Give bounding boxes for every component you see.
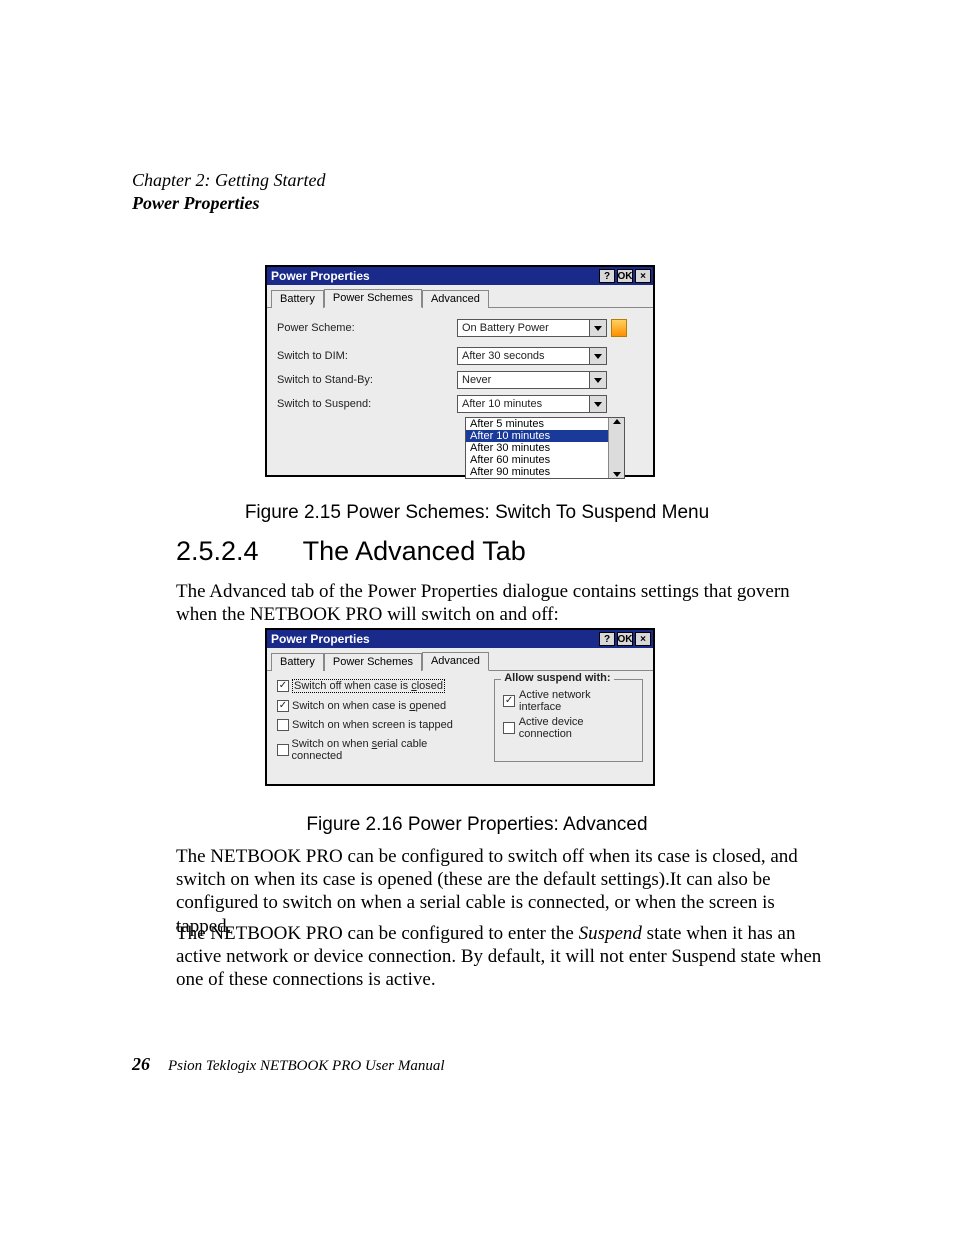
row-switch-dim: Switch to DIM: After 30 seconds	[267, 344, 653, 368]
row-power-scheme: Power Scheme: On Battery Power	[267, 316, 653, 340]
dim-select[interactable]: After 30 seconds	[457, 347, 607, 365]
advanced-body: Switch off when case is closed Switch on…	[267, 671, 653, 770]
scroll-down-icon	[613, 472, 621, 477]
row-switch-suspend: Switch to Suspend: After 10 minutes	[267, 392, 653, 416]
dropdown-item[interactable]: After 30 minutes	[466, 442, 624, 454]
dim-label: Switch to DIM:	[277, 350, 457, 362]
figure-caption-1: Figure 2.15 Power Schemes: Switch To Sus…	[0, 502, 954, 524]
check-switch-off-closed[interactable]: Switch off when case is closed	[277, 679, 472, 693]
page-number: 26	[132, 1054, 150, 1075]
dim-value: After 30 seconds	[462, 350, 545, 362]
checkbox-icon	[277, 719, 289, 731]
tab-power-schemes[interactable]: Power Schemes	[324, 289, 422, 308]
tab-power-schemes[interactable]: Power Schemes	[324, 653, 422, 671]
dialog-titlebar: Power Properties ? OK ×	[267, 630, 653, 648]
row-switch-standby: Switch to Stand-By: Never	[267, 368, 653, 392]
dropdown-arrow-icon	[589, 396, 606, 412]
help-button[interactable]: ?	[599, 632, 615, 646]
heading-text: The Advanced Tab	[303, 536, 526, 567]
check-active-device[interactable]: Active device connection	[503, 716, 634, 740]
fieldset-legend: Allow suspend with:	[501, 672, 613, 684]
check-label: Active network interface	[519, 689, 634, 713]
dropdown-arrow-icon	[589, 372, 606, 388]
checkbox-icon	[277, 744, 289, 756]
ok-button[interactable]: OK	[617, 632, 633, 646]
titlebar-buttons: ? OK ×	[599, 269, 651, 283]
footer-text: Psion Teklogix NETBOOK PRO User Manual	[168, 1058, 445, 1075]
power-scheme-label: Power Scheme:	[277, 322, 457, 334]
tab-advanced[interactable]: Advanced	[422, 290, 489, 308]
page-footer: 26 Psion Teklogix NETBOOK PRO User Manua…	[132, 1054, 445, 1075]
checkbox-icon	[277, 680, 289, 692]
power-scheme-select[interactable]: On Battery Power	[457, 319, 607, 337]
standby-select[interactable]: Never	[457, 371, 607, 389]
dropdown-item-selected[interactable]: After 10 minutes	[466, 430, 624, 442]
dialog-title: Power Properties	[271, 269, 370, 283]
tab-battery[interactable]: Battery	[271, 653, 324, 671]
titlebar-buttons: ? OK ×	[599, 632, 651, 646]
dropdown-arrow-icon	[589, 320, 606, 336]
power-scheme-value: On Battery Power	[462, 322, 549, 334]
check-label: Switch on when screen is tapped	[292, 719, 453, 731]
check-switch-on-serial[interactable]: Switch on when serial cable connected	[277, 738, 472, 762]
checkbox-icon	[277, 700, 289, 712]
check-label: Switch on when case is opened	[292, 700, 446, 712]
check-switch-on-tapped[interactable]: Switch on when screen is tapped	[277, 719, 472, 731]
dialog-titlebar: Power Properties ? OK ×	[267, 267, 653, 285]
dropdown-item[interactable]: After 5 minutes	[466, 418, 624, 430]
page-header: Chapter 2: Getting Started Power Propert…	[132, 170, 325, 214]
section-title: Power Properties	[132, 193, 325, 214]
help-button[interactable]: ?	[599, 269, 615, 283]
dialog-tabs: Battery Power Schemes Advanced	[267, 648, 653, 671]
close-button[interactable]: ×	[635, 269, 651, 283]
check-label: Active device connection	[519, 716, 634, 740]
suspend-label: Switch to Suspend:	[277, 398, 457, 410]
checkbox-icon	[503, 722, 515, 734]
dialog-tabs: Battery Power Schemes Advanced	[267, 285, 653, 308]
dropdown-item[interactable]: After 90 minutes	[466, 466, 624, 478]
dialog-title: Power Properties	[271, 632, 370, 646]
section-heading: 2.5.2.4 The Advanced Tab	[176, 536, 526, 567]
paragraph-3: The NETBOOK PRO can be configured to ent…	[176, 922, 826, 992]
tab-advanced[interactable]: Advanced	[422, 652, 489, 671]
battery-icon	[611, 319, 627, 337]
power-schemes-dialog: Power Properties ? OK × Battery Power Sc…	[265, 265, 655, 477]
checkbox-icon	[503, 695, 515, 707]
paragraph-1: The Advanced tab of the Power Properties…	[176, 580, 826, 626]
heading-number: 2.5.2.4	[176, 536, 259, 567]
ok-button[interactable]: OK	[617, 269, 633, 283]
tab-battery[interactable]: Battery	[271, 290, 324, 308]
close-button[interactable]: ×	[635, 632, 651, 646]
standby-value: Never	[462, 374, 491, 386]
suspend-dropdown-list[interactable]: After 5 minutes After 10 minutes After 3…	[465, 417, 625, 479]
chapter-title: Chapter 2: Getting Started	[132, 170, 325, 191]
check-switch-on-opened[interactable]: Switch on when case is opened	[277, 700, 472, 712]
dropdown-item[interactable]: After 60 minutes	[466, 454, 624, 466]
dropdown-scrollbar[interactable]	[608, 418, 624, 478]
figure-caption-2: Figure 2.16 Power Properties: Advanced	[0, 814, 954, 836]
standby-label: Switch to Stand-By:	[277, 374, 457, 386]
document-page: Chapter 2: Getting Started Power Propert…	[0, 0, 954, 1235]
advanced-left-column: Switch off when case is closed Switch on…	[277, 679, 472, 762]
check-label: Switch on when serial cable connected	[292, 738, 473, 762]
check-label: Switch off when case is closed	[292, 679, 445, 693]
dropdown-arrow-icon	[589, 348, 606, 364]
suspend-select[interactable]: After 10 minutes	[457, 395, 607, 413]
check-active-network[interactable]: Active network interface	[503, 689, 634, 713]
scroll-up-icon	[613, 419, 621, 424]
suspend-value: After 10 minutes	[462, 398, 542, 410]
advanced-dialog: Power Properties ? OK × Battery Power Sc…	[265, 628, 655, 786]
allow-suspend-fieldset: Allow suspend with: Active network inter…	[494, 679, 643, 762]
